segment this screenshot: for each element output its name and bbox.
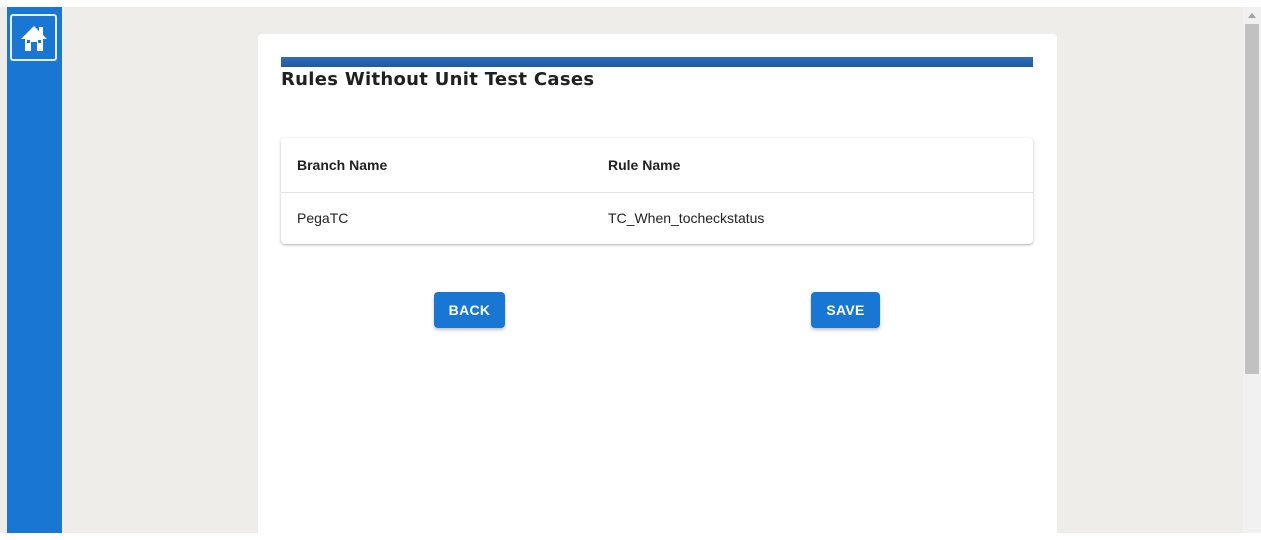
browser-viewport: Rules Without Unit Test Cases Branch Nam… — [0, 0, 1261, 540]
cell-rule-name: TC_When_tocheckstatus — [608, 210, 765, 227]
vertical-scrollbar[interactable] — [1243, 7, 1261, 533]
table-header-row: Branch Name Rule Name — [281, 138, 1033, 193]
main-card: Rules Without Unit Test Cases Branch Nam… — [258, 34, 1057, 540]
rules-table: Branch Name Rule Name PegaTC TC_When_toc… — [281, 138, 1033, 244]
rules-table-container: Branch Name Rule Name PegaTC TC_When_toc… — [281, 138, 1033, 244]
app-background: Rules Without Unit Test Cases Branch Nam… — [0, 7, 1243, 540]
save-button[interactable]: SAVE — [811, 292, 880, 328]
scrollbar-thumb[interactable] — [1245, 24, 1259, 374]
home-icon — [20, 25, 47, 51]
page-title: Rules Without Unit Test Cases — [281, 69, 595, 90]
column-header-rule-name: Rule Name — [592, 138, 1033, 193]
back-button[interactable]: BACK — [434, 292, 505, 328]
column-header-branch-name: Branch Name — [281, 138, 592, 193]
title-accent-bar — [281, 57, 1033, 67]
home-button[interactable] — [10, 14, 57, 61]
scroll-up-arrow-icon[interactable] — [1248, 13, 1256, 18]
table-row: PegaTC TC_When_tocheckstatus — [281, 192, 1033, 244]
sidebar — [7, 7, 62, 533]
cell-branch-name: PegaTC — [297, 210, 349, 227]
